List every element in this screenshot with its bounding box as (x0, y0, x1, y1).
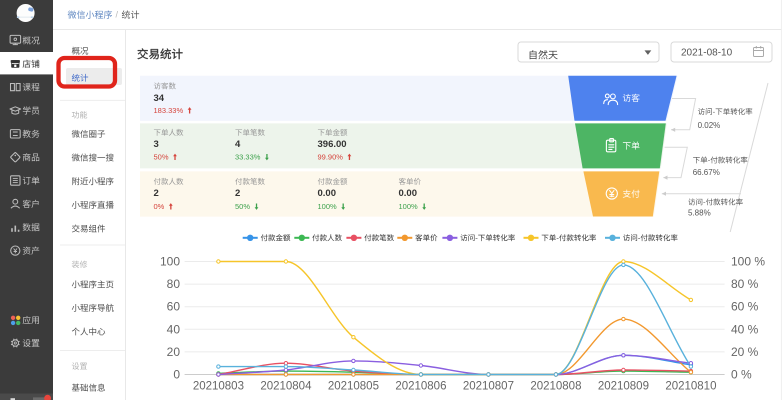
svg-text:20210804: 20210804 (260, 380, 312, 392)
svg-text:40 %: 40 % (731, 322, 759, 336)
svg-text:50%: 50% (235, 202, 250, 211)
svg-text:100%: 100% (399, 202, 419, 211)
svg-text:60 %: 60 % (731, 300, 759, 314)
svg-text:20210809: 20210809 (598, 380, 649, 392)
svg-text:80 %: 80 % (731, 277, 759, 291)
svg-text:66.67%: 66.67% (693, 168, 720, 177)
svg-text:0.00: 0.00 (399, 188, 418, 199)
svg-text:4: 4 (235, 139, 241, 150)
svg-text:20210806: 20210806 (395, 380, 446, 392)
svg-text:80: 80 (167, 277, 181, 291)
svg-text:396.00: 396.00 (318, 139, 347, 150)
svg-text:3: 3 (154, 139, 159, 150)
svg-text:99.90%: 99.90% (318, 153, 344, 162)
svg-text:40: 40 (167, 322, 181, 336)
svg-text:20: 20 (167, 345, 181, 359)
svg-text:2021-08-10: 2021-08-10 (681, 48, 733, 59)
svg-text:5.88%: 5.88% (688, 209, 711, 218)
svg-text:2: 2 (235, 188, 240, 199)
svg-text:0.02%: 0.02% (698, 121, 721, 130)
svg-text:33.33%: 33.33% (235, 153, 261, 162)
svg-text:34: 34 (154, 93, 165, 104)
svg-text:0: 0 (173, 368, 180, 382)
svg-text:20210808: 20210808 (530, 380, 581, 392)
svg-text:20210805: 20210805 (328, 380, 379, 392)
svg-text:50%: 50% (154, 153, 169, 162)
svg-text:100%: 100% (318, 202, 338, 211)
svg-text:100 %: 100 % (731, 255, 765, 269)
svg-text:0%: 0% (154, 202, 165, 211)
svg-text:0.00: 0.00 (318, 188, 337, 199)
svg-text:0 %: 0 % (731, 368, 752, 382)
svg-text:100: 100 (160, 255, 180, 269)
svg-text:183.33%: 183.33% (154, 106, 184, 115)
svg-text:60: 60 (167, 300, 181, 314)
svg-text:20210803: 20210803 (193, 380, 244, 392)
svg-text:20210810: 20210810 (665, 380, 716, 392)
svg-text:2: 2 (154, 188, 159, 199)
svg-text:20210807: 20210807 (463, 380, 514, 392)
svg-text:20 %: 20 % (731, 345, 759, 359)
